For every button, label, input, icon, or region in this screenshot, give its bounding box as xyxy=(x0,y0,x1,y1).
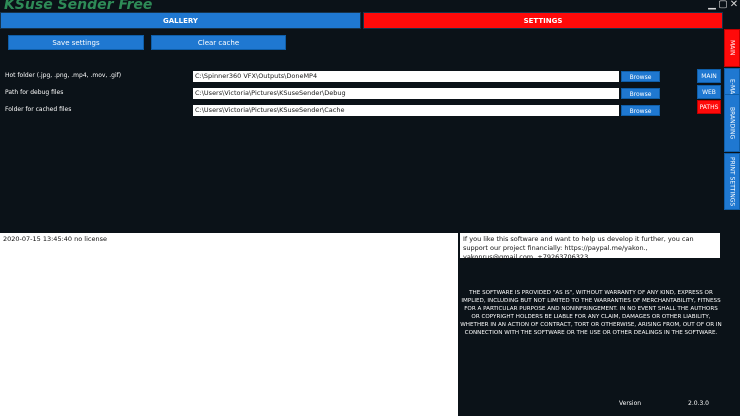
side-tab-main-label: MAIN xyxy=(728,40,736,56)
hot-folder-browse-button[interactable]: Browse xyxy=(621,71,660,82)
cache-folder-input[interactable]: C:\Users\Victoria\Pictures\KSuseSender\C… xyxy=(193,105,619,116)
version-label: Version xyxy=(619,400,642,407)
side-tab-main[interactable]: MAIN xyxy=(724,29,740,67)
side-tab-print-settings[interactable]: PRINT SETTINGS xyxy=(724,153,740,210)
maximize-icon[interactable]: ▢ xyxy=(718,0,728,10)
cache-folder-label: Folder for cached files xyxy=(5,106,72,113)
debug-path-label: Path for debug files xyxy=(5,89,64,96)
log-entry: 2020-07-15 13:45:40 no license xyxy=(3,235,107,243)
log-panel[interactable]: 2020-07-15 13:45:40 no license xyxy=(0,233,458,416)
support-text: If you like this software and want to he… xyxy=(460,233,720,261)
clear-cache-button[interactable]: Clear cache xyxy=(151,35,286,50)
hot-folder-label: Hot folder (.jpg, .png, .mp4, .mov, .gif… xyxy=(5,72,122,79)
cache-folder-browse-button[interactable]: Browse xyxy=(621,105,660,116)
subtab-web[interactable]: WEB xyxy=(697,85,721,99)
side-tab-print-settings-label: PRINT SETTINGS xyxy=(728,156,736,207)
debug-path-input[interactable]: C:\Users\Victoria\Pictures\KSuseSender\D… xyxy=(193,88,619,99)
tab-settings[interactable]: SETTINGS xyxy=(363,12,723,29)
save-settings-button[interactable]: Save settings xyxy=(8,35,144,50)
subtab-paths[interactable]: PATHS xyxy=(697,100,721,114)
debug-path-browse-button[interactable]: Browse xyxy=(621,88,660,99)
close-icon[interactable]: ✕ xyxy=(729,0,739,10)
license-text: THE SOFTWARE IS PROVIDED "AS IS", WITHOU… xyxy=(460,290,722,336)
minimize-icon[interactable]: ▁ xyxy=(707,0,717,10)
subtab-main[interactable]: MAIN xyxy=(697,69,721,83)
version-value: 2.0.3.0 xyxy=(688,400,709,407)
hot-folder-input[interactable]: C:\Spinner360 VFX\Outputs\DoneMP4 xyxy=(193,71,619,82)
side-tab-branding[interactable]: BRANDING xyxy=(724,94,740,152)
side-tab-branding-label: BRANDING xyxy=(728,106,736,140)
tab-gallery[interactable]: GALLERY xyxy=(0,12,361,29)
